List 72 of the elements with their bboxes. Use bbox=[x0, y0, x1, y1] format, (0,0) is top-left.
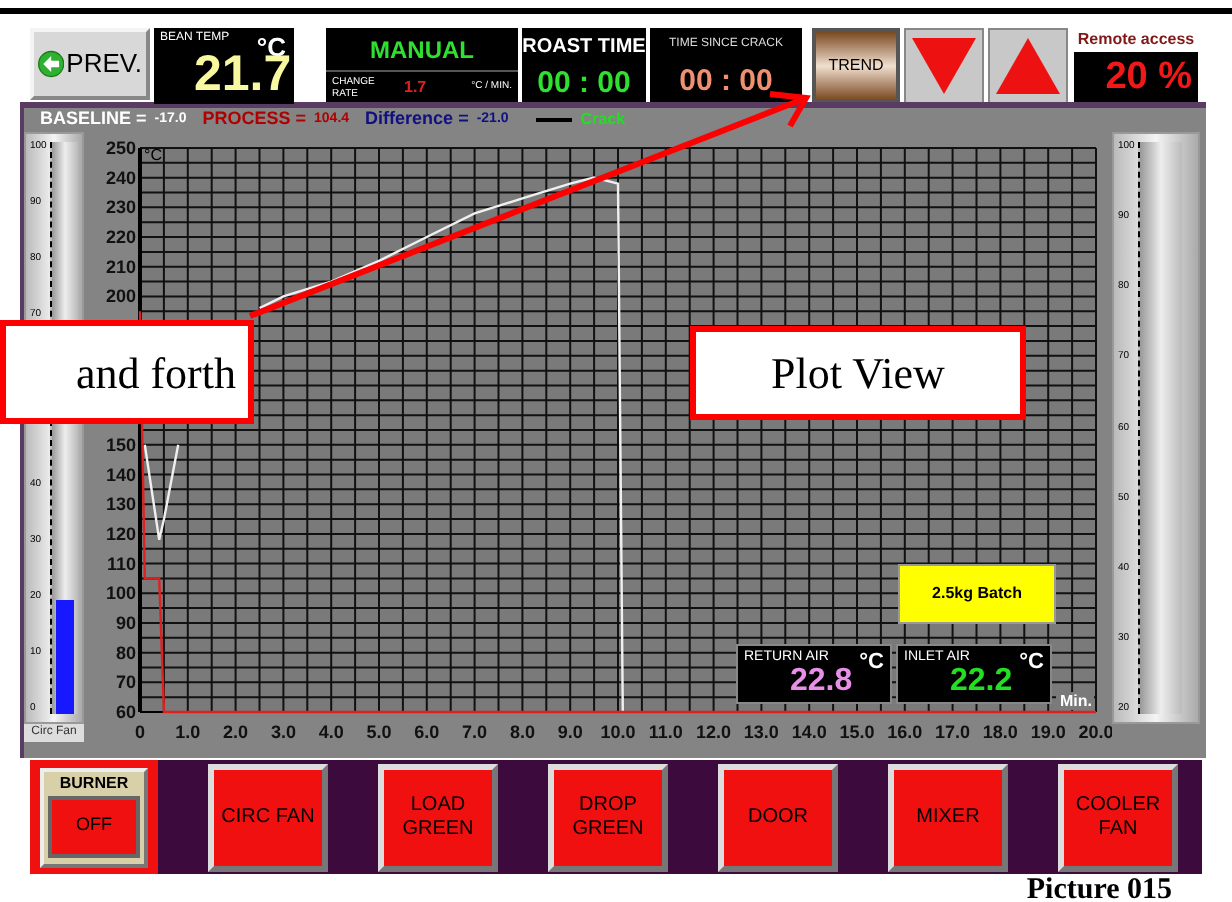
up-triangle-icon bbox=[994, 34, 1062, 98]
tick-label: 110 bbox=[106, 553, 136, 574]
tick-label: 19.0 bbox=[1030, 722, 1066, 742]
tick-label: 16.0 bbox=[887, 722, 923, 742]
control-button[interactable]: DROP GREEN bbox=[548, 763, 668, 871]
tick-label: 15.0 bbox=[839, 722, 875, 742]
tick-label: 210 bbox=[105, 256, 136, 277]
tick-label: 130 bbox=[105, 494, 136, 515]
legend-label: Difference = bbox=[365, 106, 469, 133]
roast-time-label: ROAST TIME bbox=[522, 34, 646, 62]
air-temp-value: 22.2 bbox=[950, 664, 1013, 700]
caption: Picture 015 bbox=[1026, 874, 1172, 902]
tick-label: 70 bbox=[115, 672, 136, 693]
remote-access-label: Remote access bbox=[1077, 28, 1195, 52]
control-button[interactable]: MIXER bbox=[888, 763, 1008, 871]
crack-line-swatch bbox=[536, 118, 573, 122]
callout-tooltip: Plot View bbox=[690, 326, 1026, 420]
mode-display: MANUAL bbox=[326, 28, 518, 70]
control-button[interactable]: DOOR bbox=[718, 763, 838, 871]
burner-button[interactable]: OFF bbox=[48, 795, 140, 857]
tick-label: 7.0 bbox=[462, 722, 488, 742]
tick-label: 100 bbox=[105, 583, 136, 604]
change-rate-value: 1.7 bbox=[404, 76, 427, 100]
control-button[interactable]: COOLER FAN bbox=[1058, 763, 1178, 871]
tick-label: 10.0 bbox=[600, 722, 636, 742]
tick-label: 18.0 bbox=[982, 722, 1018, 742]
roast-time-value: 00 : 00 bbox=[537, 64, 631, 104]
tick-label: 13.0 bbox=[743, 722, 779, 742]
prev-button[interactable]: PREV. bbox=[30, 28, 150, 100]
tick-label: 240 bbox=[105, 167, 136, 188]
batch-label: 2.5kg Batch bbox=[898, 564, 1056, 624]
tick-label: 60 bbox=[115, 702, 136, 722]
tick-label: 140 bbox=[105, 464, 136, 485]
tick-label: 150 bbox=[105, 434, 136, 455]
tick-label: 80 bbox=[115, 642, 136, 663]
time-since-crack-value: 00 : 00 bbox=[679, 62, 773, 102]
arrow-up-button[interactable] bbox=[988, 28, 1068, 104]
tick-label: 5.0 bbox=[366, 722, 392, 742]
legend-label: Crack bbox=[580, 108, 626, 132]
tick-label: 220 bbox=[105, 227, 136, 248]
tick-label: 250 bbox=[105, 138, 136, 158]
tick-label: 230 bbox=[105, 197, 136, 218]
tick-label: 4.0 bbox=[318, 722, 344, 742]
tick-label: 0 bbox=[135, 722, 145, 742]
legend-label: BASELINE = bbox=[40, 106, 147, 133]
tick-label: 11.0 bbox=[648, 722, 683, 742]
unit-label: °C bbox=[859, 648, 884, 678]
tick-label: 14.0 bbox=[791, 722, 827, 742]
callout-tooltip: and forth bbox=[0, 320, 254, 424]
down-triangle-icon bbox=[910, 34, 978, 98]
control-button[interactable]: LOAD GREEN bbox=[378, 763, 498, 871]
burner-label: BURNER bbox=[59, 771, 129, 795]
remote-access-value: 20 % bbox=[1074, 52, 1198, 104]
tick-label: 17.0 bbox=[935, 722, 971, 742]
tick-label: 2.0 bbox=[223, 722, 249, 742]
tick-label: 1.0 bbox=[175, 722, 201, 742]
air-temp-value: 22.8 bbox=[790, 664, 853, 700]
unit-label: °C bbox=[1019, 648, 1044, 678]
axis-label: °C bbox=[144, 146, 162, 164]
axis-label: Min. bbox=[1060, 692, 1092, 710]
tick-label: 9.0 bbox=[557, 722, 583, 742]
tick-label: 90 bbox=[115, 612, 136, 633]
tick-label: 8.0 bbox=[509, 722, 535, 742]
arrow-down-button[interactable] bbox=[904, 28, 984, 104]
tick-label: 12.0 bbox=[696, 722, 732, 742]
tick-label: 6.0 bbox=[414, 722, 440, 742]
legend-label: PROCESS = bbox=[202, 106, 307, 133]
tick-label: 200 bbox=[105, 286, 136, 307]
control-button[interactable]: CIRC FAN bbox=[208, 763, 328, 871]
tick-label: 120 bbox=[105, 523, 136, 544]
tick-label: 3.0 bbox=[270, 722, 296, 742]
trend-button[interactable]: TREND bbox=[812, 28, 900, 104]
